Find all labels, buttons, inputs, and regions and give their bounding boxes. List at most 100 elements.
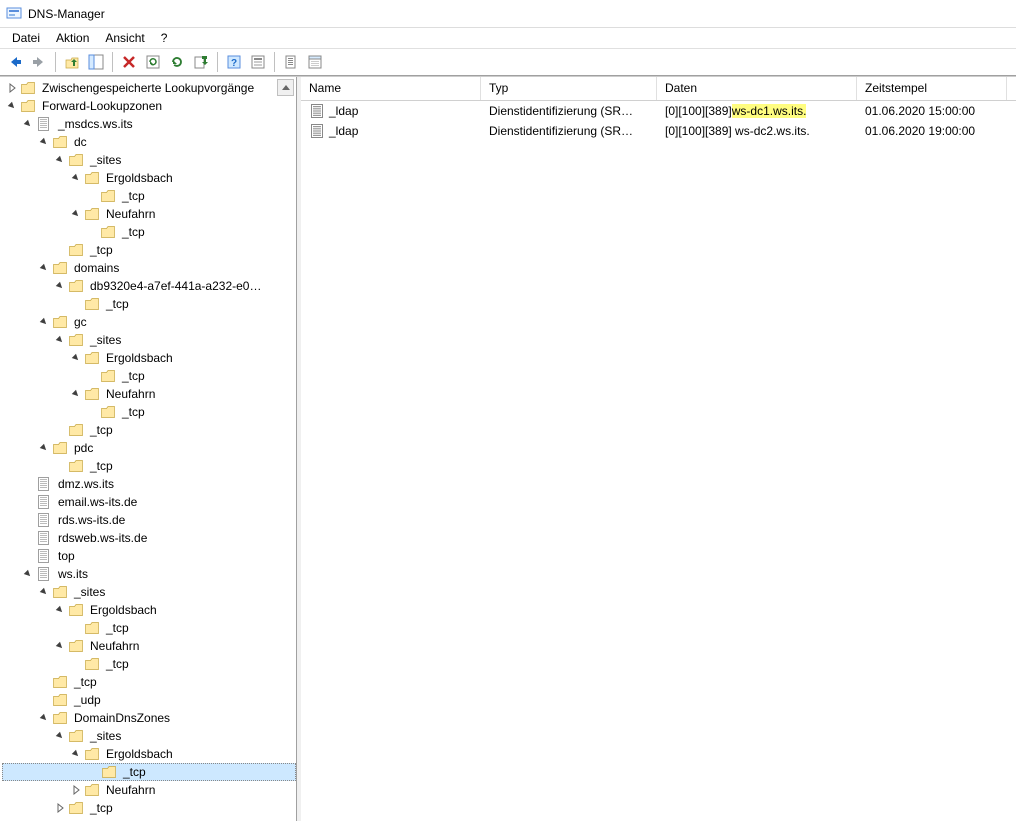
tree-row[interactable]: rdsweb.ws-its.de	[2, 529, 296, 547]
tree-row[interactable]: DomainDnsZones	[2, 709, 296, 727]
tree-row[interactable]: Neufahrn	[2, 637, 296, 655]
showhide-tree-button[interactable]	[85, 51, 107, 73]
tree-row[interactable]: Ergoldsbach	[2, 745, 296, 763]
menu-help[interactable]: ?	[153, 29, 176, 47]
tree-row[interactable]: Neufahrn	[2, 385, 296, 403]
tree-row[interactable]: Zwischengespeicherte Lookupvorgänge	[2, 79, 296, 97]
toggle-icon[interactable]	[70, 748, 82, 760]
tree-row[interactable]: db9320e4-a7ef-441a-a232-e0…	[2, 277, 296, 295]
tree-row[interactable]: ws.its	[2, 565, 296, 583]
tree-row[interactable]: Ergoldsbach	[2, 349, 296, 367]
toggle-icon[interactable]	[38, 442, 50, 454]
tree-row[interactable]: _tcp	[2, 223, 296, 241]
tree-node: Ergoldsbach_tcp	[2, 349, 296, 385]
up-button[interactable]	[61, 51, 83, 73]
tree-node: Ergoldsbach_tcp	[2, 169, 296, 205]
scroll-up-button[interactable]	[277, 79, 294, 96]
tree-row[interactable]: _tcp	[2, 457, 296, 475]
tree-row[interactable]: _sites	[2, 151, 296, 169]
tree-row[interactable]: _tcp	[2, 403, 296, 421]
tree-row[interactable]: _udp	[2, 691, 296, 709]
toggle-icon[interactable]	[6, 82, 18, 94]
toggle-icon[interactable]	[54, 604, 66, 616]
tree-row[interactable]: Forward-Lookupzonen	[2, 97, 296, 115]
menu-aktion[interactable]: Aktion	[48, 29, 97, 47]
tree-row[interactable]: _sites	[2, 331, 296, 349]
tree-label: DomainDnsZones	[72, 711, 172, 725]
toggle-icon[interactable]	[6, 100, 18, 112]
tree-row[interactable]: dmz.ws.its	[2, 475, 296, 493]
toggle-icon[interactable]	[54, 730, 66, 742]
delete-button[interactable]	[118, 51, 140, 73]
toggle-icon[interactable]	[38, 586, 50, 598]
toggle-icon[interactable]	[54, 802, 66, 814]
tree-row[interactable]: _tcp	[2, 187, 296, 205]
tree-pane[interactable]: Zwischengespeicherte LookupvorgängeForwa…	[0, 77, 297, 821]
new-record-button[interactable]	[280, 51, 302, 73]
forward-button[interactable]	[28, 51, 50, 73]
toggle-icon[interactable]	[38, 262, 50, 274]
tree-row[interactable]: domains	[2, 259, 296, 277]
refresh-button[interactable]	[142, 51, 164, 73]
tree-row[interactable]: _sites	[2, 583, 296, 601]
list-body[interactable]: _ldapDienstidentifizierung (SR…[0][100][…	[301, 101, 1016, 821]
toggle-icon[interactable]	[70, 388, 82, 400]
tree-row[interactable]: Neufahrn	[2, 781, 296, 799]
export-button[interactable]	[190, 51, 212, 73]
tree-row[interactable]: pdc	[2, 439, 296, 457]
tree-row[interactable]: _sites	[2, 727, 296, 745]
new-zone-button[interactable]	[304, 51, 326, 73]
tree-row[interactable]: email.ws-its.de	[2, 493, 296, 511]
col-header-type[interactable]: Typ	[481, 77, 657, 100]
help-button[interactable]: ?	[223, 51, 245, 73]
toggle-icon[interactable]	[70, 352, 82, 364]
menu-datei[interactable]: Datei	[4, 29, 48, 47]
tree-row[interactable]: _tcp	[2, 367, 296, 385]
tree-row[interactable]: Neufahrn	[2, 205, 296, 223]
toggle-icon[interactable]	[38, 712, 50, 724]
folder-icon	[52, 710, 68, 726]
col-header-name[interactable]: Name	[301, 77, 481, 100]
tree-row[interactable]: _tcp	[2, 241, 296, 259]
toggle-icon[interactable]	[70, 208, 82, 220]
toggle-icon[interactable]	[70, 784, 82, 796]
tree-row[interactable]: _tcp	[2, 763, 296, 781]
tree-row[interactable]: _tcp	[2, 295, 296, 313]
record-row[interactable]: _ldapDienstidentifizierung (SR…[0][100][…	[301, 121, 1016, 141]
tree-row[interactable]: Ergoldsbach	[2, 169, 296, 187]
record-row[interactable]: _ldapDienstidentifizierung (SR…[0][100][…	[301, 101, 1016, 121]
requery-button[interactable]	[166, 51, 188, 73]
tree-row[interactable]: gc	[2, 313, 296, 331]
tree-label: email.ws-its.de	[56, 495, 139, 509]
tree-row[interactable]: _msdcs.ws.its	[2, 115, 296, 133]
tree-label: Neufahrn	[104, 387, 157, 401]
toggle-icon[interactable]	[54, 280, 66, 292]
tree-row[interactable]: _tcp	[2, 421, 296, 439]
toggle-icon[interactable]	[38, 316, 50, 328]
tree-node: _tcp	[2, 763, 296, 781]
col-header-ts[interactable]: Zeitstempel	[857, 77, 1007, 100]
back-button[interactable]	[4, 51, 26, 73]
tree-row[interactable]: _tcp	[2, 619, 296, 637]
toggle-icon[interactable]	[54, 154, 66, 166]
toggle-icon[interactable]	[38, 136, 50, 148]
properties-button[interactable]	[247, 51, 269, 73]
col-header-data[interactable]: Daten	[657, 77, 857, 100]
tree-row[interactable]: _tcp	[2, 655, 296, 673]
folder-icon	[68, 278, 84, 294]
toggle-icon[interactable]	[54, 640, 66, 652]
tree-row[interactable]: top	[2, 547, 296, 565]
tree-row[interactable]: _tcp	[2, 673, 296, 691]
toggle-icon[interactable]	[54, 334, 66, 346]
folder-icon	[84, 620, 100, 636]
toggle-icon[interactable]	[22, 568, 34, 580]
folder-icon	[100, 368, 116, 384]
tree-row[interactable]: Ergoldsbach	[2, 601, 296, 619]
tree-row[interactable]: _tcp	[2, 799, 296, 817]
record-name: _ldap	[329, 124, 358, 138]
menu-ansicht[interactable]: Ansicht	[97, 29, 152, 47]
toggle-icon[interactable]	[22, 118, 34, 130]
tree-row[interactable]: dc	[2, 133, 296, 151]
toggle-icon[interactable]	[70, 172, 82, 184]
tree-row[interactable]: rds.ws-its.de	[2, 511, 296, 529]
